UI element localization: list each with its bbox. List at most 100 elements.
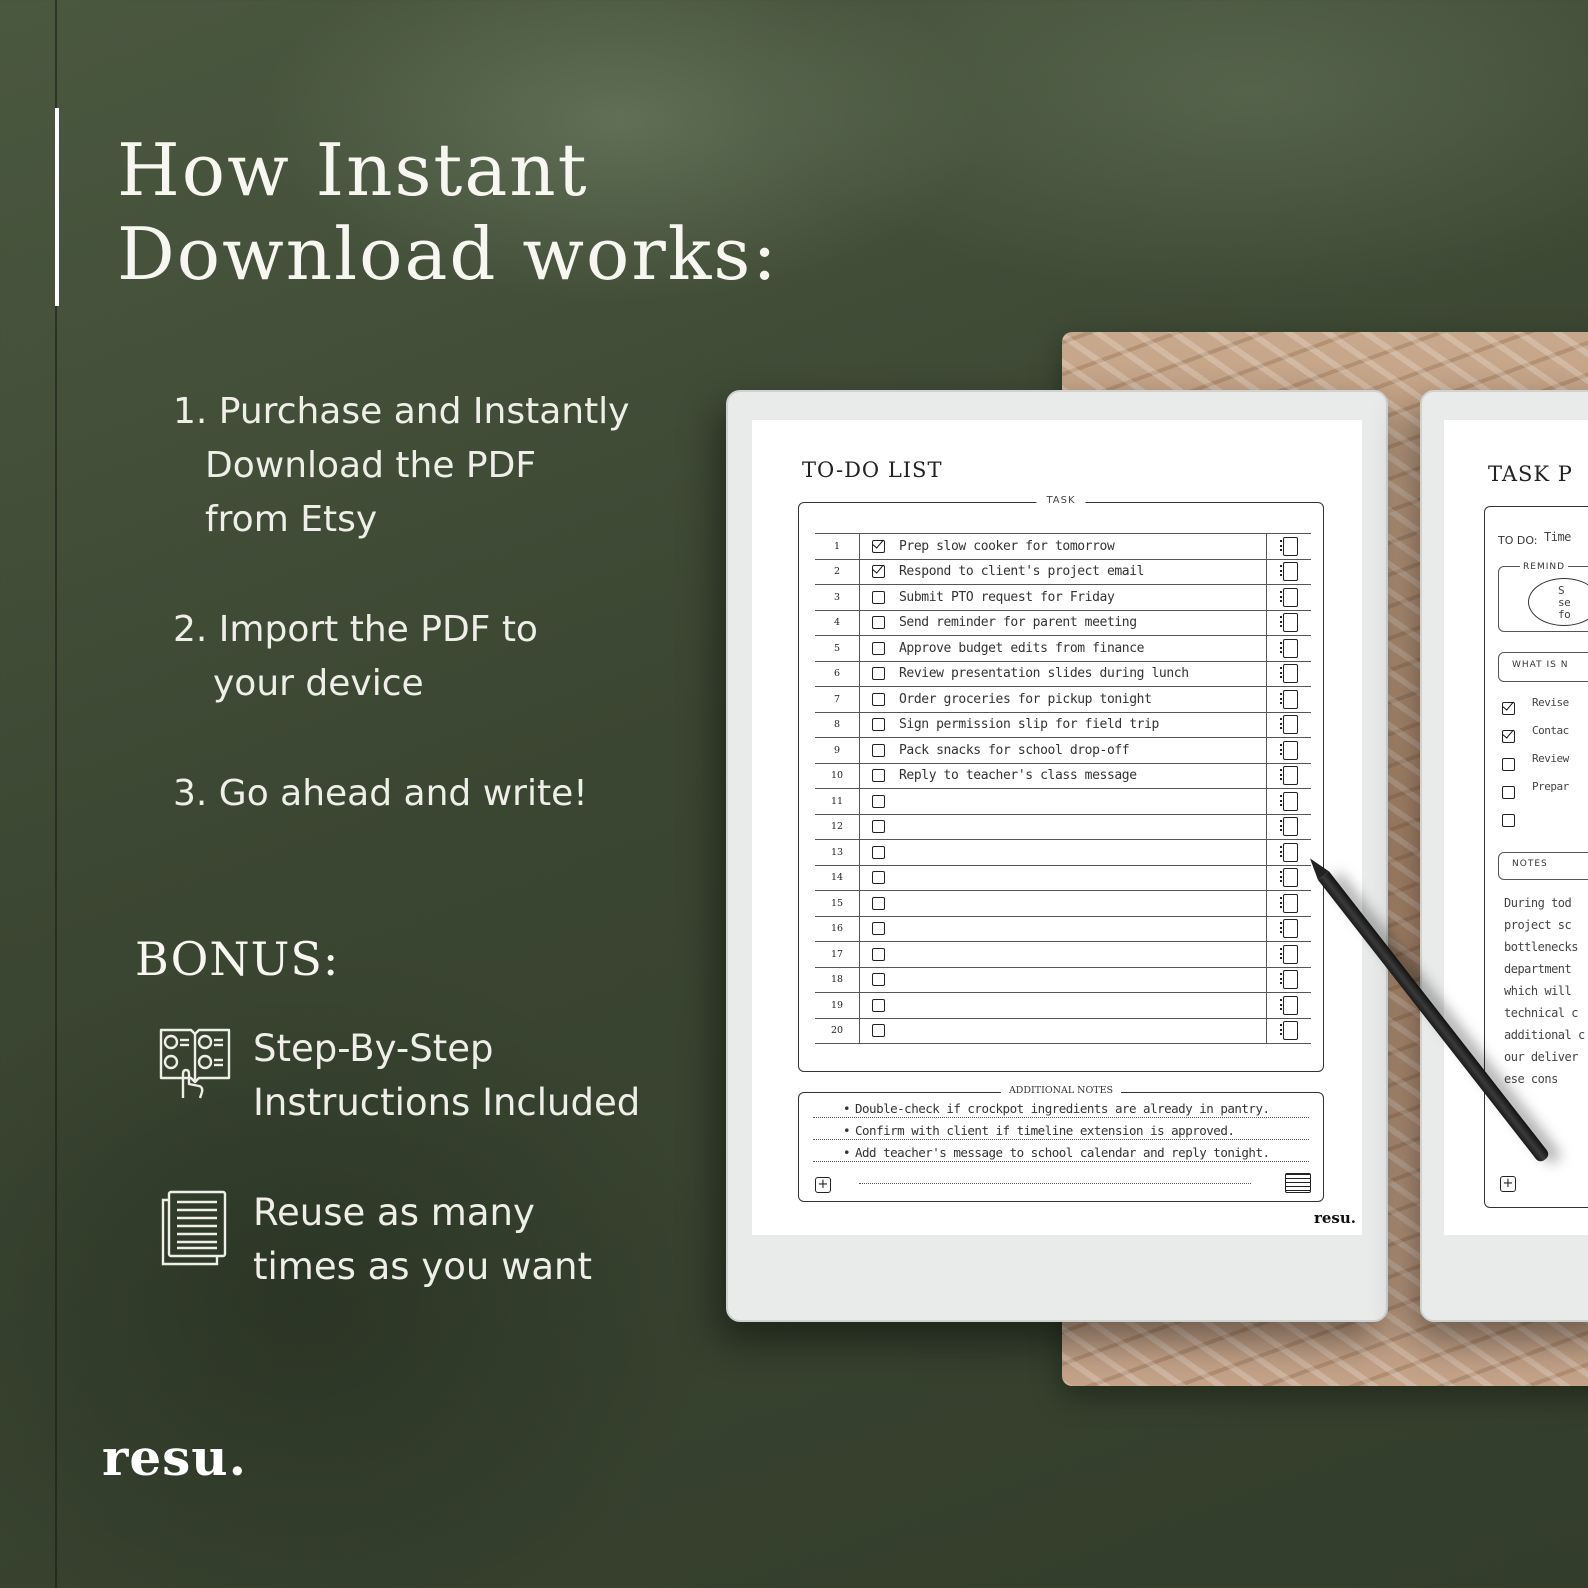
task-row: 20	[815, 1017, 1311, 1044]
task-checkbox[interactable]	[1502, 786, 1515, 799]
notebook-icon[interactable]	[1280, 715, 1298, 735]
add-icon[interactable]: +	[1500, 1176, 1516, 1192]
notebook-icon[interactable]	[1280, 740, 1298, 760]
row-number: 8	[815, 712, 860, 737]
row-number: 1	[815, 534, 860, 559]
notebook-icon[interactable]	[1280, 562, 1298, 582]
tablet-task-planner: TASK P TO DO: Time REMIND S se fo WHAT I…	[1420, 390, 1588, 1322]
task-checkbox[interactable]	[872, 794, 885, 808]
row-divider	[1266, 789, 1267, 814]
row-number: 9	[815, 738, 860, 763]
notebook-icon[interactable]	[1280, 893, 1298, 913]
task-item: Contac	[1532, 724, 1569, 737]
step-3-line-1: 3. Go ahead and write!	[173, 773, 588, 814]
task-text: Reply to teacher's class message	[899, 768, 1137, 784]
notebook-icon[interactable]	[1280, 944, 1298, 964]
task-text: Submit PTO request for Friday	[899, 589, 1115, 605]
row-number: 7	[815, 687, 860, 712]
task-checkbox[interactable]	[872, 590, 885, 604]
task-checkbox[interactable]	[872, 871, 885, 885]
task-checkbox[interactable]	[872, 565, 885, 579]
row-divider	[1266, 559, 1267, 584]
task-row: 7 Order groceries for pickup tonight	[815, 686, 1311, 712]
row-number: 15	[815, 891, 860, 916]
row-divider	[1266, 610, 1267, 635]
task-checkbox[interactable]	[872, 616, 885, 630]
task-text: Approve budget edits from finance	[899, 640, 1145, 656]
task-checkbox[interactable]	[1502, 814, 1515, 827]
task-checkbox[interactable]	[872, 820, 885, 834]
row-divider	[1266, 636, 1267, 661]
todo-label: TO DO:	[1498, 534, 1538, 547]
notebook-icon[interactable]	[1280, 1021, 1298, 1041]
notebook-icon[interactable]	[1280, 970, 1298, 990]
row-divider	[1266, 814, 1267, 839]
task-row: 9 Pack snacks for school drop-off	[815, 737, 1311, 763]
task-checkbox[interactable]	[872, 769, 885, 783]
notes-line: technical c	[1504, 1006, 1578, 1020]
notebook-icon[interactable]	[1280, 842, 1298, 862]
task-row: 4 Send reminder for parent meeting	[815, 609, 1311, 635]
notebook-icon[interactable]	[1280, 664, 1298, 684]
row-number: 17	[815, 942, 860, 967]
reminder-label: REMIND	[1520, 562, 1569, 572]
notes-line: ese cons	[1504, 1072, 1558, 1086]
row-number: 18	[815, 967, 860, 992]
notebook-icon[interactable]	[1280, 817, 1298, 837]
notebook-icon[interactable]	[1280, 689, 1298, 709]
add-icon[interactable]: +	[815, 1177, 831, 1193]
notes-line: project sc	[1504, 918, 1572, 932]
notebook-icon[interactable]	[1280, 613, 1298, 633]
heading-line-1: How Instant	[117, 128, 589, 212]
task-checkbox[interactable]	[872, 1024, 885, 1038]
notebook-icon[interactable]	[1280, 536, 1298, 556]
task-checkbox[interactable]	[872, 896, 885, 910]
notebook-icon[interactable]	[1280, 919, 1298, 939]
row-divider	[1266, 993, 1267, 1018]
row-number: 6	[815, 661, 860, 686]
step-1: 1. Purchase and Instantly Download the P…	[173, 385, 713, 547]
task-checkbox[interactable]	[1502, 702, 1515, 715]
step-2-line-2: your device	[213, 663, 424, 704]
task-checkbox[interactable]	[872, 667, 885, 681]
bonus-item-instructions-text: Step-By-Step Instructions Included	[253, 1022, 640, 1130]
row-divider	[1266, 661, 1267, 686]
task-checkbox[interactable]	[872, 998, 885, 1012]
step-3: 3. Go ahead and write!	[173, 767, 713, 821]
task-checkbox[interactable]	[1502, 730, 1515, 743]
notebook-icon[interactable]	[1280, 995, 1298, 1015]
step-2-line-1: 2. Import the PDF to	[173, 609, 538, 650]
notes-line: our deliver	[1504, 1050, 1578, 1064]
task-checkbox[interactable]	[872, 718, 885, 732]
notebook-icon[interactable]	[1280, 868, 1298, 888]
notebook-icon[interactable]	[1280, 638, 1298, 658]
task-row: 14	[815, 864, 1311, 890]
bonus-item-reuse-text: Reuse as many times as you want	[253, 1186, 592, 1294]
task-checkbox[interactable]	[872, 845, 885, 859]
task-checkbox[interactable]	[1502, 758, 1515, 771]
task-checkbox[interactable]	[872, 692, 885, 706]
step-1-line-1: 1. Purchase and Instantly	[173, 391, 630, 432]
row-number: 19	[815, 993, 860, 1018]
task-row: 19	[815, 992, 1311, 1018]
numbered-steps-book-icon	[159, 1028, 231, 1099]
note-line: Confirm with client if timeline extensio…	[813, 1123, 1309, 1140]
list-icon[interactable]	[1285, 1173, 1311, 1193]
task-checkbox[interactable]	[872, 641, 885, 655]
task-checkbox[interactable]	[872, 539, 885, 553]
task-row: 2 Respond to client's project email	[815, 558, 1311, 584]
stacked-pages-icon	[161, 1190, 227, 1266]
task-checkbox[interactable]	[872, 973, 885, 987]
todo-value: Time	[1544, 530, 1571, 544]
task-checkbox[interactable]	[872, 947, 885, 961]
todo-title: TO-DO LIST	[802, 458, 943, 482]
notebook-icon[interactable]	[1280, 587, 1298, 607]
notebook-icon[interactable]	[1280, 766, 1298, 786]
notes-line: During tod	[1504, 896, 1572, 910]
task-checkbox[interactable]	[872, 743, 885, 757]
task-checkbox[interactable]	[872, 922, 885, 936]
heading-accent-bar	[55, 108, 59, 306]
task-row: 5 Approve budget edits from finance	[815, 635, 1311, 661]
row-number: 3	[815, 585, 860, 610]
notebook-icon[interactable]	[1280, 791, 1298, 811]
